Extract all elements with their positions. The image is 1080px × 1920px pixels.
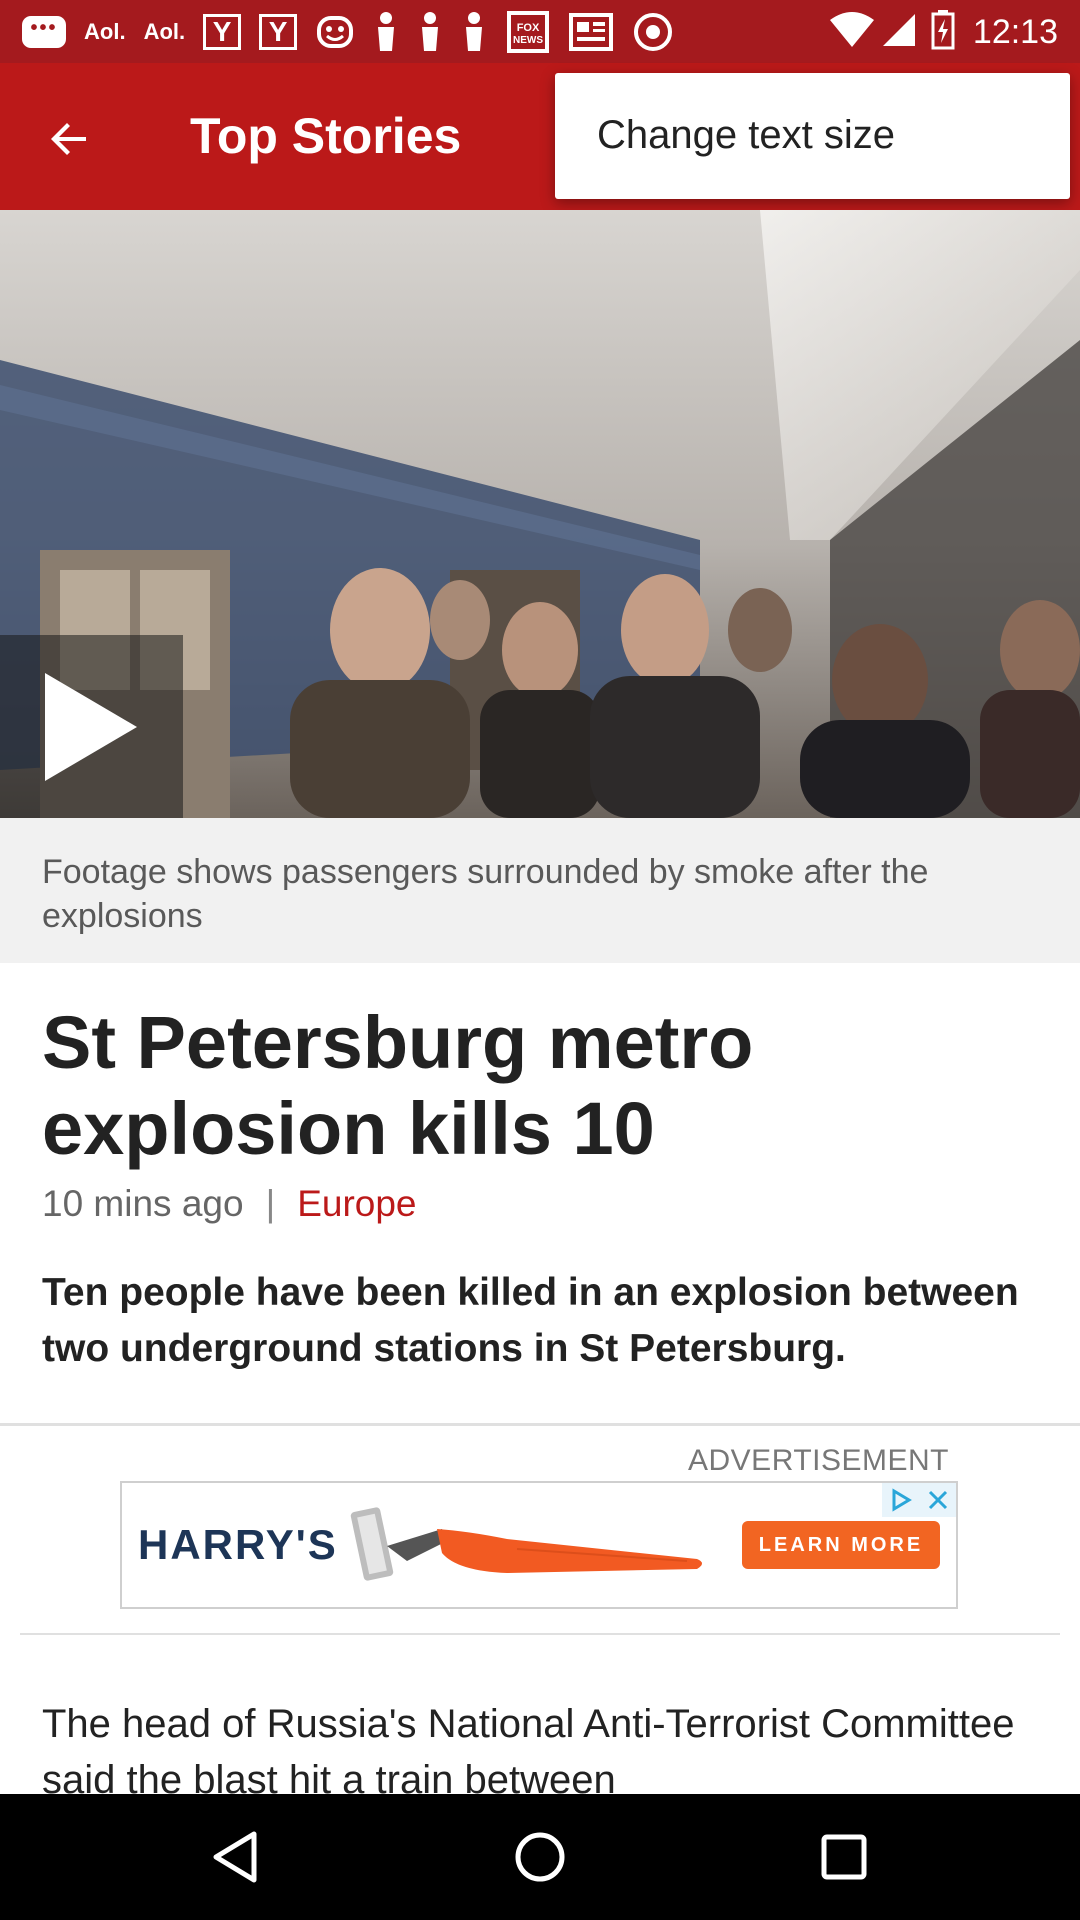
back-button[interactable] [30, 99, 110, 179]
article-summary: Ten people have been killed in an explos… [42, 1271, 1019, 1370]
happy-face-icon [315, 12, 355, 52]
wifi-icon [829, 11, 875, 53]
play-icon [45, 673, 137, 781]
svg-text:NEWS: NEWS [513, 35, 543, 46]
ad-brand: HARRY'S [138, 1521, 338, 1568]
home-circle-icon [515, 1832, 565, 1882]
video-caption: Footage shows passengers surrounded by s… [42, 853, 929, 935]
aol-icon: Aol. [84, 19, 126, 44]
news-icon [569, 13, 614, 51]
razor-image [350, 1507, 702, 1581]
yahoo-icon: Y [259, 14, 298, 50]
notification-icons: ••• Aol. Aol. Y Y FOX NEWS [22, 8, 693, 56]
fox-news-icon: FOX NEWS [505, 9, 551, 55]
person-icon [417, 11, 443, 53]
divider [0, 1423, 1080, 1426]
section-link[interactable]: Europe [297, 1183, 416, 1225]
article-body: The head of Russia's National Anti-Terro… [42, 1702, 1015, 1802]
advertisement-label: ADVERTISEMENT [688, 1444, 949, 1477]
signal-icon [881, 12, 917, 53]
clock: 12:13 [972, 12, 1058, 51]
eye-icon [631, 12, 675, 52]
navigation-bar [0, 1794, 1080, 1920]
close-icon[interactable] [920, 1483, 956, 1517]
play-button[interactable] [0, 635, 183, 818]
person-icon [461, 11, 487, 53]
meta-separator: | [265, 1183, 276, 1224]
ad-banner[interactable]: HARRY'S LEARN MORE [120, 1481, 958, 1609]
overflow-menu: Change text size [555, 73, 1070, 199]
ad-choices-icon[interactable] [882, 1483, 920, 1517]
learn-more-button[interactable]: LEARN MORE [742, 1521, 940, 1569]
article-meta: 10 mins ago | Europe [42, 1183, 417, 1225]
svg-text:FOX: FOX [517, 22, 540, 34]
yahoo-icon: Y [203, 14, 242, 50]
nav-home-button[interactable] [500, 1817, 580, 1897]
recents-square-icon [821, 1834, 867, 1880]
article-headline: St Petersburg metro explosion kills 10 [42, 1001, 754, 1170]
menu-item-change-text-size[interactable]: Change text size [597, 113, 895, 158]
timestamp: 10 mins ago [42, 1183, 244, 1224]
nav-back-button[interactable] [195, 1817, 275, 1897]
divider [20, 1633, 1060, 1635]
arrow-back-icon [51, 123, 86, 155]
aol-icon: Aol. [143, 19, 186, 44]
caption-box: Footage shows passengers surrounded by s… [0, 818, 1080, 963]
system-status: 12:13 [829, 8, 1058, 56]
messaging-icon: ••• [22, 16, 66, 48]
back-triangle-icon [213, 1831, 257, 1883]
nav-recents-button[interactable] [804, 1817, 884, 1897]
page-title: Top Stories [190, 108, 462, 164]
status-bar: ••• Aol. Aol. Y Y FOX NEWS 12:13 [0, 0, 1080, 63]
hero-video[interactable] [0, 210, 1080, 818]
person-icon [373, 11, 399, 53]
battery-icon [931, 9, 955, 55]
